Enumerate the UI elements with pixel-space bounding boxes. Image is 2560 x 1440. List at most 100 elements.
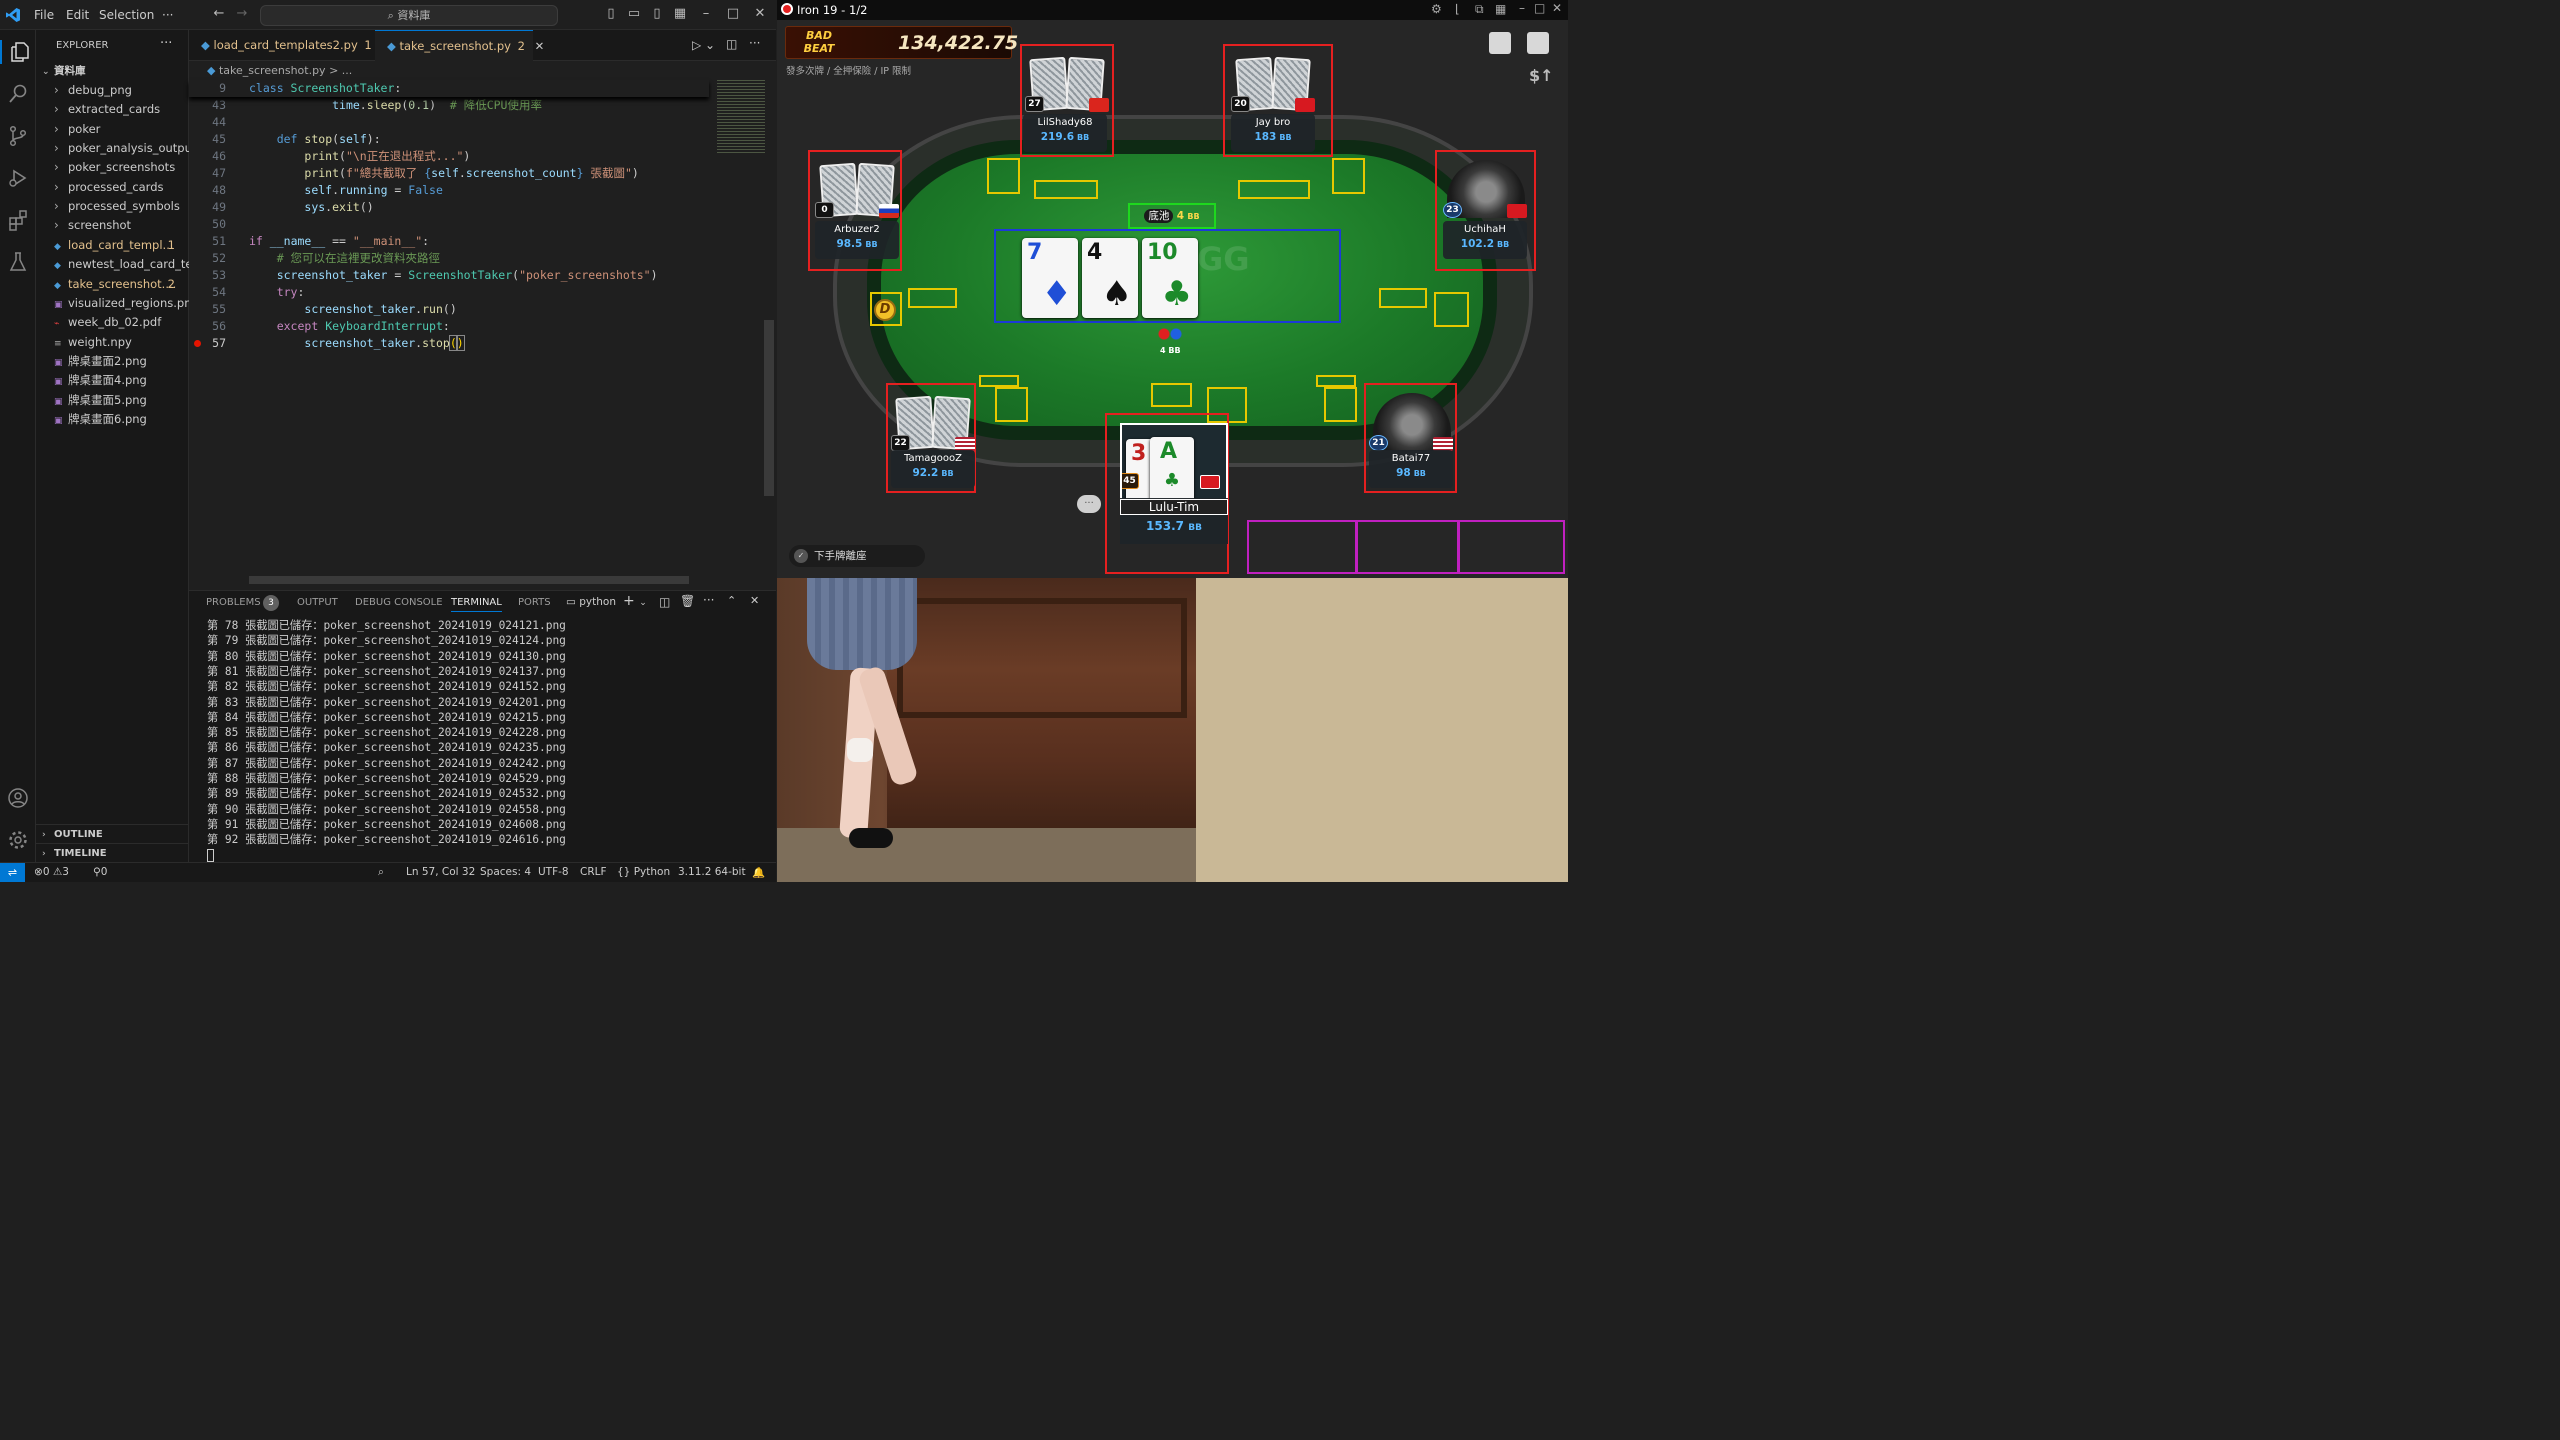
tab-problems[interactable]: PROBLEMS <box>206 597 261 608</box>
explorer-more-icon[interactable]: ··· <box>160 36 172 51</box>
encoding[interactable]: UTF-8 <box>538 866 569 878</box>
line-ending[interactable]: CRLF <box>580 866 607 878</box>
sit-out-toggle[interactable]: ✓ 下手牌離座 <box>789 545 925 567</box>
player-info[interactable]: TamagoooZ 92.2 BB <box>891 450 975 488</box>
split-terminal-icon[interactable]: ◫ <box>659 595 670 609</box>
back-arrow-icon[interactable]: ← <box>211 6 227 22</box>
player-info[interactable]: Jay bro 183 BB <box>1231 114 1315 152</box>
cards-icon[interactable] <box>1527 32 1549 54</box>
terminal-line: 第 79 張截圖已儲存：poker_screenshot_20241019_02… <box>207 634 566 648</box>
breakpoint-icon[interactable] <box>194 340 201 347</box>
tree-item[interactable]: ▣ 牌桌畫面5.png <box>36 391 189 410</box>
forward-arrow-icon[interactable]: → <box>234 6 250 22</box>
lobby-icon[interactable] <box>1489 32 1511 54</box>
source-control-icon[interactable] <box>6 124 30 148</box>
run-debug-icon[interactable] <box>6 166 30 190</box>
run-python-icon[interactable]: ▷ ⌄ <box>692 38 715 52</box>
tree-item[interactable]: ▣ 牌桌畫面2.png <box>36 352 189 371</box>
toggle-sidebar-icon[interactable]: ▯ <box>603 6 619 22</box>
tree-item[interactable]: ▣ 牌桌畫面4.png <box>36 371 189 390</box>
tree-item[interactable]: ◆ newtest_load_card_te... <box>36 255 189 274</box>
testing-flask-icon[interactable] <box>6 250 30 274</box>
vertical-scrollbar[interactable] <box>764 320 774 496</box>
close-window-icon[interactable]: ✕ <box>1552 1 1562 15</box>
restore-icon[interactable]: ⧉ <box>1475 2 1484 17</box>
close-window-icon[interactable]: ✕ <box>752 6 768 22</box>
player-info[interactable]: LilShady68 219.6 BB <box>1023 114 1107 152</box>
toggle-panel-icon[interactable]: ▭ <box>626 6 642 22</box>
account-icon[interactable] <box>6 786 30 810</box>
folder-root[interactable]: ⌄ 資料庫 <box>36 62 189 81</box>
extensions-icon[interactable] <box>6 208 30 232</box>
tree-item[interactable]: ◆ load_card_templ... 1 <box>36 236 189 255</box>
problems-status[interactable]: ⊗0 ⚠3 <box>34 866 69 878</box>
manage-gear-icon[interactable] <box>6 828 30 852</box>
outline-section[interactable]: › OUTLINE <box>36 824 189 843</box>
tree-item[interactable]: ◆ take_screenshot.... 2 <box>36 275 189 294</box>
close-panel-icon[interactable]: ✕ <box>750 594 759 607</box>
split-editor-icon[interactable]: ◫ <box>726 37 737 51</box>
tab-debug-console[interactable]: DEBUG CONSOLE <box>355 597 443 608</box>
zoom-icon[interactable]: ⌕ <box>378 866 384 879</box>
tab-take-screenshot[interactable]: ◆ take_screenshot.py 2 ✕ <box>375 30 544 61</box>
maximize-icon[interactable]: □ <box>725 6 741 22</box>
menu-edit[interactable]: Edit <box>66 8 89 22</box>
menu-selection[interactable]: Selection <box>99 8 154 22</box>
breadcrumb[interactable]: ◆ take_screenshot.py > ... <box>207 64 352 77</box>
player-info[interactable]: UchihaH 102.2 BB <box>1443 221 1527 259</box>
tab-load-card-templates2[interactable]: ◆ load_card_templates2.py 1 ● <box>189 30 391 61</box>
new-terminal-icon[interactable]: + ⌄ <box>623 593 647 609</box>
tree-item[interactable]: › processed_cards <box>36 178 189 197</box>
panel-more-icon[interactable]: ··· <box>703 593 714 607</box>
notifications-bell-icon[interactable]: 🔔 <box>752 866 765 879</box>
tree-item[interactable]: › screenshot <box>36 216 189 235</box>
tree-item[interactable]: ▣ 牌桌畫面6.png <box>36 410 189 429</box>
explorer-icon[interactable] <box>0 40 36 64</box>
tab-ports[interactable]: PORTS <box>518 597 551 608</box>
layout-icon[interactable]: ⌊ <box>1455 2 1460 16</box>
cashier-icon[interactable]: $↑ <box>1529 66 1554 85</box>
terminal-profile[interactable]: ▭ python <box>566 596 616 608</box>
chat-icon[interactable]: ··· <box>1077 495 1101 513</box>
timeline-section[interactable]: › TIMELINE <box>36 843 189 862</box>
player-info[interactable]: Batai77 98 BB <box>1369 450 1453 488</box>
terminal-output[interactable]: 第 78 張截圖已儲存：poker_screenshot_20241019_02… <box>189 618 759 863</box>
player-info[interactable]: Arbuzer2 98.5 BB <box>815 221 899 259</box>
kill-terminal-icon[interactable]: 🗑 <box>680 594 695 608</box>
tree-item[interactable]: ▣ visualized_regions.png <box>36 294 189 313</box>
tree-item[interactable]: › poker <box>36 120 189 139</box>
minimize-icon[interactable]: – <box>1519 1 1525 15</box>
tree-item[interactable]: › extracted_cards <box>36 100 189 119</box>
horizontal-scrollbar[interactable] <box>249 576 689 584</box>
tab-terminal[interactable]: TERMINAL <box>451 597 502 612</box>
tile-icon[interactable]: ▦ <box>1495 2 1506 16</box>
menu-more[interactable]: ··· <box>162 8 173 22</box>
search-view-icon[interactable] <box>6 82 30 106</box>
cursor-position[interactable]: Ln 57, Col 32 <box>406 866 475 878</box>
jackpot-banner[interactable]: BAD BEAT 134,422.75 <box>785 26 1018 59</box>
ports-status[interactable]: ⚲0 <box>93 866 107 878</box>
menu-file[interactable]: File <box>34 8 54 22</box>
minimize-icon[interactable]: – <box>698 6 714 22</box>
tree-item[interactable]: ≡ weight.npy <box>36 333 189 352</box>
remote-indicator-icon[interactable]: ⇌ <box>0 863 25 882</box>
toggle-secondary-sidebar-icon[interactable]: ▯ <box>649 6 665 22</box>
language-mode[interactable]: {} Python <box>617 866 670 878</box>
close-tab-icon[interactable]: ✕ <box>535 39 545 53</box>
maximize-panel-icon[interactable]: ⌃ <box>727 594 736 607</box>
terminal-line: 第 84 張截圖已儲存：poker_screenshot_20241019_02… <box>207 710 566 724</box>
indentation[interactable]: Spaces: 4 <box>480 866 531 878</box>
command-center-search[interactable]: ⌕ 資料庫 <box>260 5 558 26</box>
python-interpreter[interactable]: 3.11.2 64-bit <box>678 866 746 878</box>
tree-item[interactable]: › debug_png <box>36 81 189 100</box>
minimap[interactable] <box>717 80 765 154</box>
tree-item[interactable]: › processed_symbols <box>36 197 189 216</box>
editor-more-icon[interactable]: ··· <box>749 36 760 50</box>
tab-output[interactable]: OUTPUT <box>297 597 338 608</box>
tree-item[interactable]: › poker_analysis_output <box>36 139 189 158</box>
tree-item[interactable]: ⌁ week_db_02.pdf <box>36 313 189 332</box>
customize-layout-icon[interactable]: ▦ <box>672 6 688 22</box>
maximize-icon[interactable]: □ <box>1534 1 1545 15</box>
tree-item[interactable]: › poker_screenshots <box>36 158 189 177</box>
settings-gear-icon[interactable]: ⚙ <box>1431 2 1442 16</box>
